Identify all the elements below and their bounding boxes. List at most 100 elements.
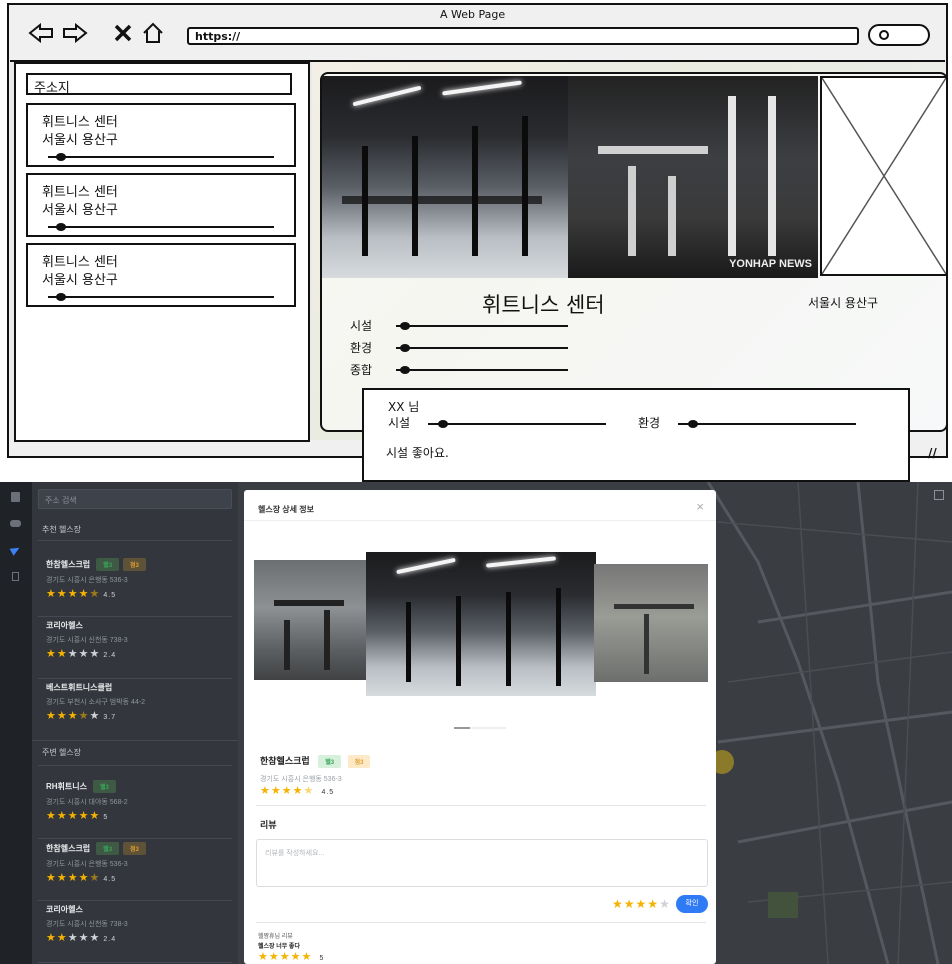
review-text: 시설 좋아요. [386,446,449,460]
star-icon: ★ [270,785,282,797]
star-icons[interactable]: ★★★★★ [612,897,671,911]
star-icon[interactable]: ★ [647,897,659,911]
star-icon[interactable]: ★ [636,897,648,911]
gym-tag: 헬3 [96,558,120,571]
review-user: XX 님 [388,400,420,414]
star-icon: ★ [78,648,90,660]
gym-list-item[interactable]: 코리아헬스 경기도 시흥시 신천동 738-3 ★★★★★ 2.4 [46,904,230,960]
rating-slider-knob[interactable] [438,420,448,428]
gym-name-text: 한참헬스크럽 [260,756,310,766]
address-search-input[interactable]: 주소지 [26,73,292,96]
forward-arrow-icon[interactable] [62,23,88,43]
gym-tag: 점3 [123,842,146,855]
review-label-facility: 시설 [388,416,411,430]
home-icon[interactable] [142,22,164,44]
gym-card[interactable]: 휘트니스 센터 서울시 용산구 [26,173,296,237]
rating-slider [48,156,274,158]
gym-tag: 점3 [123,558,146,571]
gym-list-item[interactable]: 한참헬스크럽 헬3 점3 경기도 시흥시 은행동 536-3 ★★★★★ 4.5 [46,842,230,898]
recommended-section-title: 추천 헬스장 [42,525,82,534]
carousel-photo-prev[interactable] [254,560,368,680]
gym-rating: ★★★★★ 4.5 [260,784,334,797]
star-icon: ★ [89,588,101,600]
wireframe-mockup: A Web Page https:// 주소지 휘트니스 센터 서울시 용산구 … [0,0,952,482]
gym-card-address: 서울시 용산구 [42,273,118,288]
file-icon[interactable] [12,572,19,581]
rating-slider-knob[interactable] [688,420,698,428]
address-search-placeholder: 주소 검색 [45,496,77,505]
gym-card-name: 휘트니스 센터 [42,185,118,200]
star-icon[interactable]: ★ [612,897,624,911]
gym-list-item[interactable]: 코리아헬스 경기도 시흥시 신천동 738-3 ★★★★★ 2.4 [46,620,230,676]
car-icon[interactable] [10,520,21,527]
rating-slider [48,296,274,298]
gym-list-item-name-text: RH휘트니스 [46,782,87,791]
review-box [362,388,910,482]
gym-address: 경기도 시흥시 은행동 536-3 [260,776,342,783]
rating-slider-knob[interactable] [400,322,410,330]
review-rating-input[interactable]: ★★★★★ [612,897,671,911]
gym-list-item-rating: ★★★★★ 3.7 [46,709,230,722]
rating-slider-knob[interactable] [56,223,66,231]
modal-title: 헬스장 상세 정보 [258,505,314,514]
star-icon: ★ [78,588,90,600]
gym-list-item-name-text: 코리아헬스 [46,905,83,914]
review-label-environment: 환경 [638,416,661,430]
gym-list-item-rating: ★★★★★ 4.5 [46,871,230,884]
gym-list-item-name: 코리아헬스 [46,620,230,631]
star-icon: ★ [89,810,101,822]
modal-close-button[interactable]: × [696,499,704,514]
rating-slider [428,423,606,425]
gym-card[interactable]: 휘트니스 센터 서울시 용산구 [26,103,296,167]
star-icons: ★★★★★ [260,785,314,797]
doc-icon[interactable] [11,492,20,502]
gym-list-item-rating-value: 4.5 [103,592,117,599]
rating-slider [48,226,274,228]
gym-list-item-rating-value: 2.4 [103,936,117,943]
expand-icon[interactable] [934,490,944,500]
star-icon: ★ [260,785,271,797]
star-icon[interactable]: ★ [659,897,671,911]
gym-list-item-name: 한참헬스크럽 헬3 점3 [46,842,230,855]
carousel-photo-next[interactable] [594,564,708,682]
close-x-icon[interactable] [114,24,132,42]
gym-list-item-rating: ★★★★★ 2.4 [46,931,230,944]
star-icon: ★ [67,588,79,600]
gym-list-item[interactable]: 베스트휘트니스클럽 경기도 부천시 소사구 범박동 44-2 ★★★★★ 3.7 [46,682,230,738]
gym-list-item[interactable]: 한참헬스크럽 헬3 점3 경기도 시흥시 은행동 536-3 ★★★★★ 4.5 [46,558,230,614]
star-icons: ★★★★★ [46,872,100,884]
review-textarea[interactable]: 리뷰를 작성하세요... [256,839,708,887]
confirm-button[interactable]: 확인 [676,895,708,913]
gym-rating-value: 4.5 [321,789,335,796]
rating-slider-knob[interactable] [56,153,66,161]
send-icon[interactable] [9,544,22,556]
browser-search-button[interactable] [868,24,930,46]
carousel-photo-active[interactable] [366,552,596,696]
rating-slider-knob[interactable] [400,366,410,374]
star-icon: ★ [56,810,68,822]
gym-list-item-rating: ★★★★★ 2.4 [46,647,230,660]
star-icon: ★ [46,810,57,822]
gym-card[interactable]: 휘트니스 센터 서울시 용산구 [26,243,296,307]
rating-slider-knob[interactable] [400,344,410,352]
carousel-indicator[interactable] [454,727,506,729]
gym-tag: 헬3 [93,780,116,793]
rating-slider [396,347,568,349]
rating-label-overall: 종합 [350,363,373,377]
gym-list-item[interactable]: RH휘트니스 헬3 경기도 시흥시 대야동 568-2 ★★★★★ 5 [46,780,230,836]
rating-slider-knob[interactable] [56,293,66,301]
star-icon[interactable]: ★ [624,897,636,911]
detail-title: 휘트니스 센터 [482,293,605,317]
back-arrow-icon[interactable] [28,23,54,43]
url-bar[interactable]: https:// [187,27,859,45]
star-icon: ★ [67,710,79,722]
photo-watermark: YONHAP NEWS [729,258,812,270]
address-search-input[interactable]: 주소 검색 [38,489,232,509]
star-icons: ★★★★★ [46,810,100,822]
browser-title: A Web Page [440,8,506,21]
star-icon: ★ [89,648,101,660]
star-icon: ★ [56,588,68,600]
gym-list-item-name-text: 베스트휘트니스클럽 [46,683,113,692]
gym-list-item-rating-value: 2.4 [103,652,117,659]
gym-list-item-name-text: 코리아헬스 [46,621,83,630]
